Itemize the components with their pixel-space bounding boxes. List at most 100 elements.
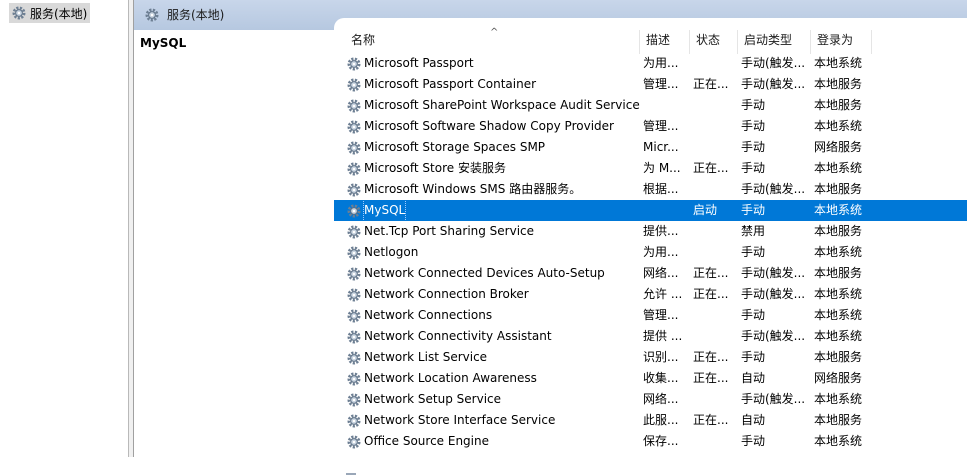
service-name-cell: Network List Service [334, 347, 640, 368]
service-startup-type: 自动 [741, 413, 766, 427]
service-status: 正在... [693, 413, 729, 427]
gear-icon [347, 393, 361, 406]
service-status [690, 431, 738, 452]
service-row[interactable]: Net.Tcp Port Sharing Service 提供... 禁用 本地服务 [334, 221, 967, 242]
service-name: Network Setup Service [364, 392, 502, 406]
service-description: 提供 ... [643, 329, 683, 343]
service-startup-type: 自动 [741, 371, 766, 385]
service-name: Microsoft SharePoint Workspace Audit Ser… [364, 98, 640, 112]
services-list: 名称 ^ 描述 状态 启动类型 登录为 Microsoft Passport 为用… [334, 18, 967, 475]
service-row[interactable]: Microsoft Passport 为用... 手动(触发... 本地系统 [334, 53, 967, 74]
service-description: 管理... [643, 308, 679, 322]
service-log-on-as: 本地服务 [814, 224, 863, 238]
console-tree: 服务(本地) [0, 0, 129, 457]
service-description: 保存... [643, 434, 679, 448]
service-status: 正在... [693, 77, 729, 91]
service-row[interactable]: Microsoft Passport Container 管理... 正在... 手动… [334, 74, 967, 95]
service-description: 收集... [643, 371, 679, 385]
service-row[interactable]: Network Connected Devices Auto-Setup 网络..… [334, 263, 967, 284]
service-description: 此服... [643, 413, 679, 427]
service-log-on-as: 本地服务 [814, 350, 863, 364]
service-log-on-as: 本地系统 [814, 56, 863, 70]
service-name-cell: Microsoft Store 安装服务 [334, 158, 640, 179]
service-status [690, 95, 738, 116]
service-row[interactable]: Microsoft Windows SMS 路由器服务。 根据... 手动(触发..… [334, 179, 967, 200]
gear-icon [347, 267, 361, 280]
service-description: 为 M... [643, 161, 681, 175]
service-row[interactable]: MySQL 启动 手动 本地系统 [334, 200, 967, 221]
service-status: 正在... [693, 350, 729, 364]
service-startup-type: 禁用 [741, 224, 766, 238]
service-startup-type: 手动(触发... [741, 392, 806, 406]
gear-icon [347, 120, 361, 133]
gear-icon [347, 78, 361, 91]
service-description [640, 200, 690, 221]
service-row[interactable]: Network Connectivity Assistant 提供 ... 手动(触… [334, 326, 967, 347]
gear-icon [347, 246, 361, 259]
column-description[interactable]: 描述 [640, 30, 690, 54]
service-row[interactable]: Network Connection Broker 允许 ... 正在... 手动(触… [334, 284, 967, 305]
service-name: MySQL [362, 200, 407, 221]
service-startup-type: 手动 [741, 434, 766, 448]
column-log-on-as[interactable]: 登录为 [811, 30, 872, 54]
service-log-on-as: 本地服务 [814, 266, 863, 280]
service-status [690, 116, 738, 137]
gear-icon [347, 99, 361, 112]
service-description: 管理... [643, 119, 679, 133]
service-name-cell: Microsoft Passport [334, 53, 640, 74]
service-name-cell: Network Connections [334, 305, 640, 326]
service-row[interactable]: Network Location Awareness 收集... 正在... 自动 网络… [334, 368, 967, 389]
service-row[interactable]: Network List Service 识别... 正在... 手动 本地服务 [334, 347, 967, 368]
service-description: 网络... [643, 392, 679, 406]
tree-node-services-local[interactable]: 服务(本地) [9, 3, 91, 23]
service-name: Network Connectivity Assistant [364, 329, 552, 343]
column-status-label: 状态 [696, 33, 721, 47]
service-status: 正在... [693, 371, 729, 385]
gear-icon [347, 351, 361, 364]
service-startup-type: 手动(触发... [741, 266, 806, 280]
service-log-on-as: 本地系统 [814, 308, 863, 322]
service-row[interactable]: Network Connections 管理... 手动 本地系统 [334, 305, 967, 326]
gear-icon [145, 8, 159, 21]
service-row[interactable]: Microsoft SharePoint Workspace Audit Ser… [334, 95, 967, 116]
column-status[interactable]: 状态 [690, 30, 738, 54]
service-name-cell: Network Connected Devices Auto-Setup [334, 263, 640, 284]
service-log-on-as: 本地系统 [814, 329, 863, 343]
service-status [690, 53, 738, 74]
service-startup-type: 手动(触发... [741, 77, 806, 91]
gear-icon [347, 330, 361, 343]
gear-icon [347, 204, 361, 217]
service-name: Network Location Awareness [364, 371, 537, 385]
service-status [690, 179, 738, 200]
service-log-on-as: 本地系统 [814, 434, 863, 448]
service-name-cell: Microsoft Software Shadow Copy Provider [334, 116, 640, 137]
service-status [690, 221, 738, 242]
service-name: Microsoft Passport [364, 56, 474, 70]
pane-title: 服务(本地) [167, 8, 225, 22]
service-log-on-as: 本地服务 [814, 98, 863, 112]
service-row[interactable]: Microsoft Software Shadow Copy Provider 管… [334, 116, 967, 137]
column-startup-type[interactable]: 启动类型 [738, 30, 811, 54]
gear-icon [347, 414, 361, 427]
service-startup-type: 手动(触发... [741, 287, 806, 301]
service-startup-type: 手动 [741, 119, 766, 133]
service-rows: Microsoft Passport 为用... 手动(触发... 本地系统 Micro… [334, 53, 967, 452]
service-row[interactable]: Network Setup Service 网络... 手动(触发... 本地系统 [334, 389, 967, 410]
service-row[interactable]: Network Store Interface Service 此服... 正在..… [334, 410, 967, 431]
service-row[interactable]: Microsoft Storage Spaces SMP Micr... 手动 网络服… [334, 137, 967, 158]
service-row[interactable]: Office Source Engine 保存... 手动 本地系统 [334, 431, 967, 452]
description-pane: MySQL [134, 30, 334, 457]
gear-icon [347, 57, 361, 70]
service-log-on-as: 本地系统 [814, 203, 863, 217]
column-description-label: 描述 [646, 33, 671, 47]
service-name-cell: Network Connectivity Assistant [334, 326, 640, 347]
service-status [690, 389, 738, 410]
gear-icon [12, 6, 26, 20]
service-status [690, 326, 738, 347]
service-startup-type: 手动 [741, 245, 766, 259]
service-name-cell: Microsoft Passport Container [334, 74, 640, 95]
service-status: 启动 [693, 203, 718, 217]
service-row[interactable]: Netlogon 为用... 手动 本地系统 [334, 242, 967, 263]
column-name[interactable]: 名称 ^ [334, 27, 640, 54]
service-row[interactable]: Microsoft Store 安装服务 为 M... 正在... 手动 本地系统 [334, 158, 967, 179]
